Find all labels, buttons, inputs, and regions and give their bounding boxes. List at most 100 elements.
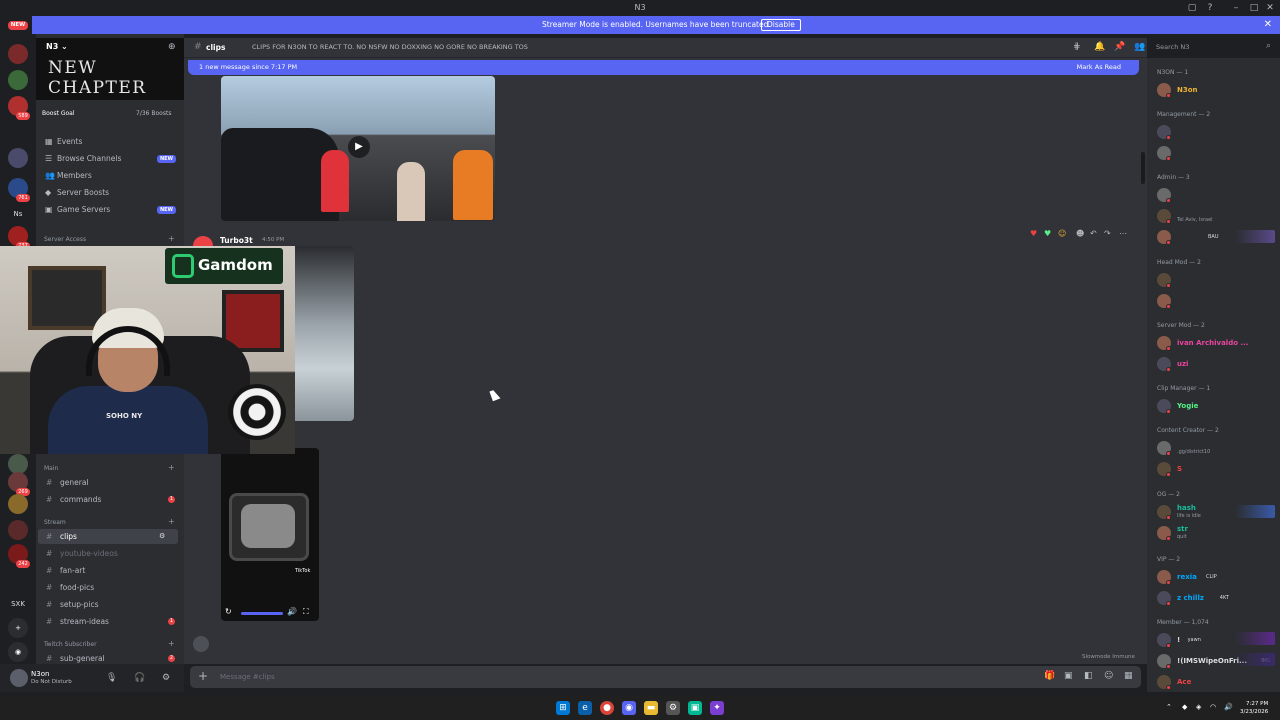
gift-icon[interactable]: 🎁 xyxy=(1044,671,1055,681)
server-icon[interactable]: Ns xyxy=(8,204,28,224)
close-button[interactable]: ✕ xyxy=(1262,2,1278,14)
member-name[interactable]: hash xyxy=(1177,504,1196,512)
help-icon[interactable]: ? xyxy=(1202,2,1218,14)
video-attachment[interactable]: ▶ xyxy=(221,76,495,221)
message-scrollbar[interactable] xyxy=(1141,152,1145,184)
pin-icon[interactable]: 📌 xyxy=(1114,42,1125,52)
search-box[interactable]: Search N3 ⌕ xyxy=(1151,40,1275,54)
channel-commands[interactable]: # commands 1 xyxy=(38,492,178,507)
invite-icon[interactable]: ⊕ xyxy=(168,42,176,52)
discord-icon[interactable]: ◉ xyxy=(622,701,636,715)
fullscreen-icon[interactable]: ⛶ xyxy=(303,607,309,617)
category-server-access[interactable]: Server Access xyxy=(44,236,86,243)
tray-icon[interactable]: ◈ xyxy=(1196,703,1201,711)
channel-setup-pics[interactable]: # setup-pics xyxy=(38,597,178,612)
category-main[interactable]: Main xyxy=(44,465,58,472)
volume-icon[interactable]: 🔊 xyxy=(287,607,297,616)
avatar[interactable] xyxy=(193,636,209,652)
play-icon[interactable]: ▶ xyxy=(348,136,370,158)
member-name[interactable]: N3on xyxy=(1177,86,1198,94)
chevron-up-icon[interactable]: ⌃ xyxy=(1166,703,1172,711)
close-icon[interactable]: ✕ xyxy=(1264,19,1272,31)
new-messages-bar[interactable]: 1 new message since 7:17 PM Mark As Read xyxy=(188,60,1139,75)
clock[interactable]: 7:27 PM 3/23/2026 xyxy=(1240,700,1268,716)
server-icon[interactable] xyxy=(8,70,28,90)
headphones-icon[interactable]: 🎧 xyxy=(134,673,145,683)
app-icon[interactable]: ▣ xyxy=(688,701,702,715)
chrome-icon[interactable]: ● xyxy=(600,701,614,715)
member-name[interactable]: S xyxy=(1177,465,1182,473)
channel-fan-art[interactable]: # fan-art xyxy=(38,563,178,578)
message-author[interactable]: Turbo3t xyxy=(220,236,253,245)
apps-icon[interactable]: ▦ xyxy=(1124,671,1133,681)
member-name[interactable]: uzi xyxy=(1177,360,1188,368)
minimize-button[interactable]: – xyxy=(1228,2,1244,14)
tray-icon[interactable]: ◆ xyxy=(1182,703,1187,711)
boost-goal[interactable]: Boost Goal xyxy=(42,110,75,117)
member-name[interactable]: str xyxy=(1177,525,1188,533)
category-twitch-subscriber[interactable]: Twitch Subscriber xyxy=(44,641,97,648)
start-icon[interactable]: ⊞ xyxy=(556,701,570,715)
server-icon[interactable] xyxy=(8,494,28,514)
reply-icon[interactable]: ↶ xyxy=(1090,229,1097,238)
file-explorer-icon[interactable]: ▬ xyxy=(644,701,658,715)
tiktok-video-attachment[interactable]: TikTok ↻ 🔊 ⛶ xyxy=(221,448,319,621)
member-list-icon[interactable]: 👥 xyxy=(1134,42,1145,52)
mark-as-read-button[interactable]: Mark As Read xyxy=(1077,63,1121,71)
forward-icon[interactable]: ↷ xyxy=(1104,229,1111,238)
server-icon[interactable] xyxy=(8,148,28,168)
volume-icon[interactable]: 🔊 xyxy=(1224,703,1233,711)
add-server-icon[interactable]: + xyxy=(8,618,28,638)
category-stream[interactable]: Stream xyxy=(44,519,66,526)
channel-clips[interactable]: # clips ⚙ xyxy=(38,529,178,544)
member-name[interactable]: z chillz xyxy=(1177,594,1204,602)
add-channel-icon[interactable]: + xyxy=(168,234,175,243)
settings-icon[interactable]: ⚙ xyxy=(666,701,680,715)
add-channel-icon[interactable]: + xyxy=(168,463,175,472)
heart-reaction-icon[interactable]: ♥ xyxy=(1030,229,1037,238)
maximize-button[interactable]: □ xyxy=(1246,2,1262,14)
app-icon[interactable]: ✦ xyxy=(710,701,724,715)
inbox-icon[interactable]: ▢ xyxy=(1184,2,1200,14)
sticker-icon[interactable]: ◧ xyxy=(1084,671,1093,681)
server-icon[interactable] xyxy=(8,454,28,474)
server-icon[interactable] xyxy=(8,44,28,64)
microphone-icon[interactable]: 🎙 xyxy=(106,673,117,683)
edge-icon[interactable]: e xyxy=(578,701,592,715)
member-name[interactable]: Ace xyxy=(1177,678,1191,686)
add-channel-icon[interactable]: + xyxy=(168,517,175,526)
avatar[interactable] xyxy=(10,669,28,687)
wifi-icon[interactable]: ◠ xyxy=(1210,703,1216,711)
add-channel-icon[interactable]: + xyxy=(168,639,175,648)
green-heart-reaction-icon[interactable]: ♥ xyxy=(1044,229,1051,238)
replay-icon[interactable]: ↻ xyxy=(225,607,232,616)
threads-icon[interactable]: ⋕ xyxy=(1073,42,1081,52)
channel-youtube-videos[interactable]: # youtube-videos xyxy=(38,546,178,561)
smile-reaction-icon[interactable]: ☺ xyxy=(1058,229,1066,238)
add-attachment-icon[interactable]: + xyxy=(198,669,208,683)
settings-icon[interactable]: ⚙ xyxy=(162,673,170,683)
discover-icon[interactable]: ◉ xyxy=(8,642,28,662)
member-name[interactable]: Yogie xyxy=(1177,402,1198,410)
video-progress-bar[interactable] xyxy=(241,612,283,615)
more-options-icon[interactable]: ⋯ xyxy=(1119,229,1127,238)
message-input[interactable] xyxy=(220,670,820,684)
server-icon[interactable] xyxy=(8,520,28,540)
emoji-icon[interactable]: ☺ xyxy=(1104,671,1113,681)
member-name[interactable]: ! xyxy=(1177,636,1180,644)
video-attachment[interactable] xyxy=(295,246,354,421)
channel-food-pics[interactable]: # food-pics xyxy=(38,580,178,595)
channel-stream-ideas[interactable]: # stream-ideas 1 xyxy=(38,614,178,629)
server-name[interactable]: N3 ⌄ xyxy=(46,42,68,51)
channel-topic[interactable]: CLIPS FOR N3ON TO REACT TO. NO NSFW NO D… xyxy=(252,43,528,51)
server-header[interactable]: N3 ⌄ NEW CHAPTER xyxy=(36,38,184,100)
server-icon[interactable]: SXK xyxy=(8,594,28,614)
channel-general[interactable]: # general xyxy=(38,475,178,490)
disable-streamer-mode-button[interactable]: Disable xyxy=(761,19,801,31)
member-name[interactable]: ivan Archivaldo ... xyxy=(1177,339,1248,347)
member-name[interactable]: rexia xyxy=(1177,573,1197,581)
gif-icon[interactable]: ▣ xyxy=(1064,671,1073,681)
notification-bell-icon[interactable]: 🔔 xyxy=(1094,42,1105,52)
add-reaction-icon[interactable]: ☻ xyxy=(1076,229,1084,238)
channel-settings-icon[interactable]: ⚙ xyxy=(159,529,165,544)
